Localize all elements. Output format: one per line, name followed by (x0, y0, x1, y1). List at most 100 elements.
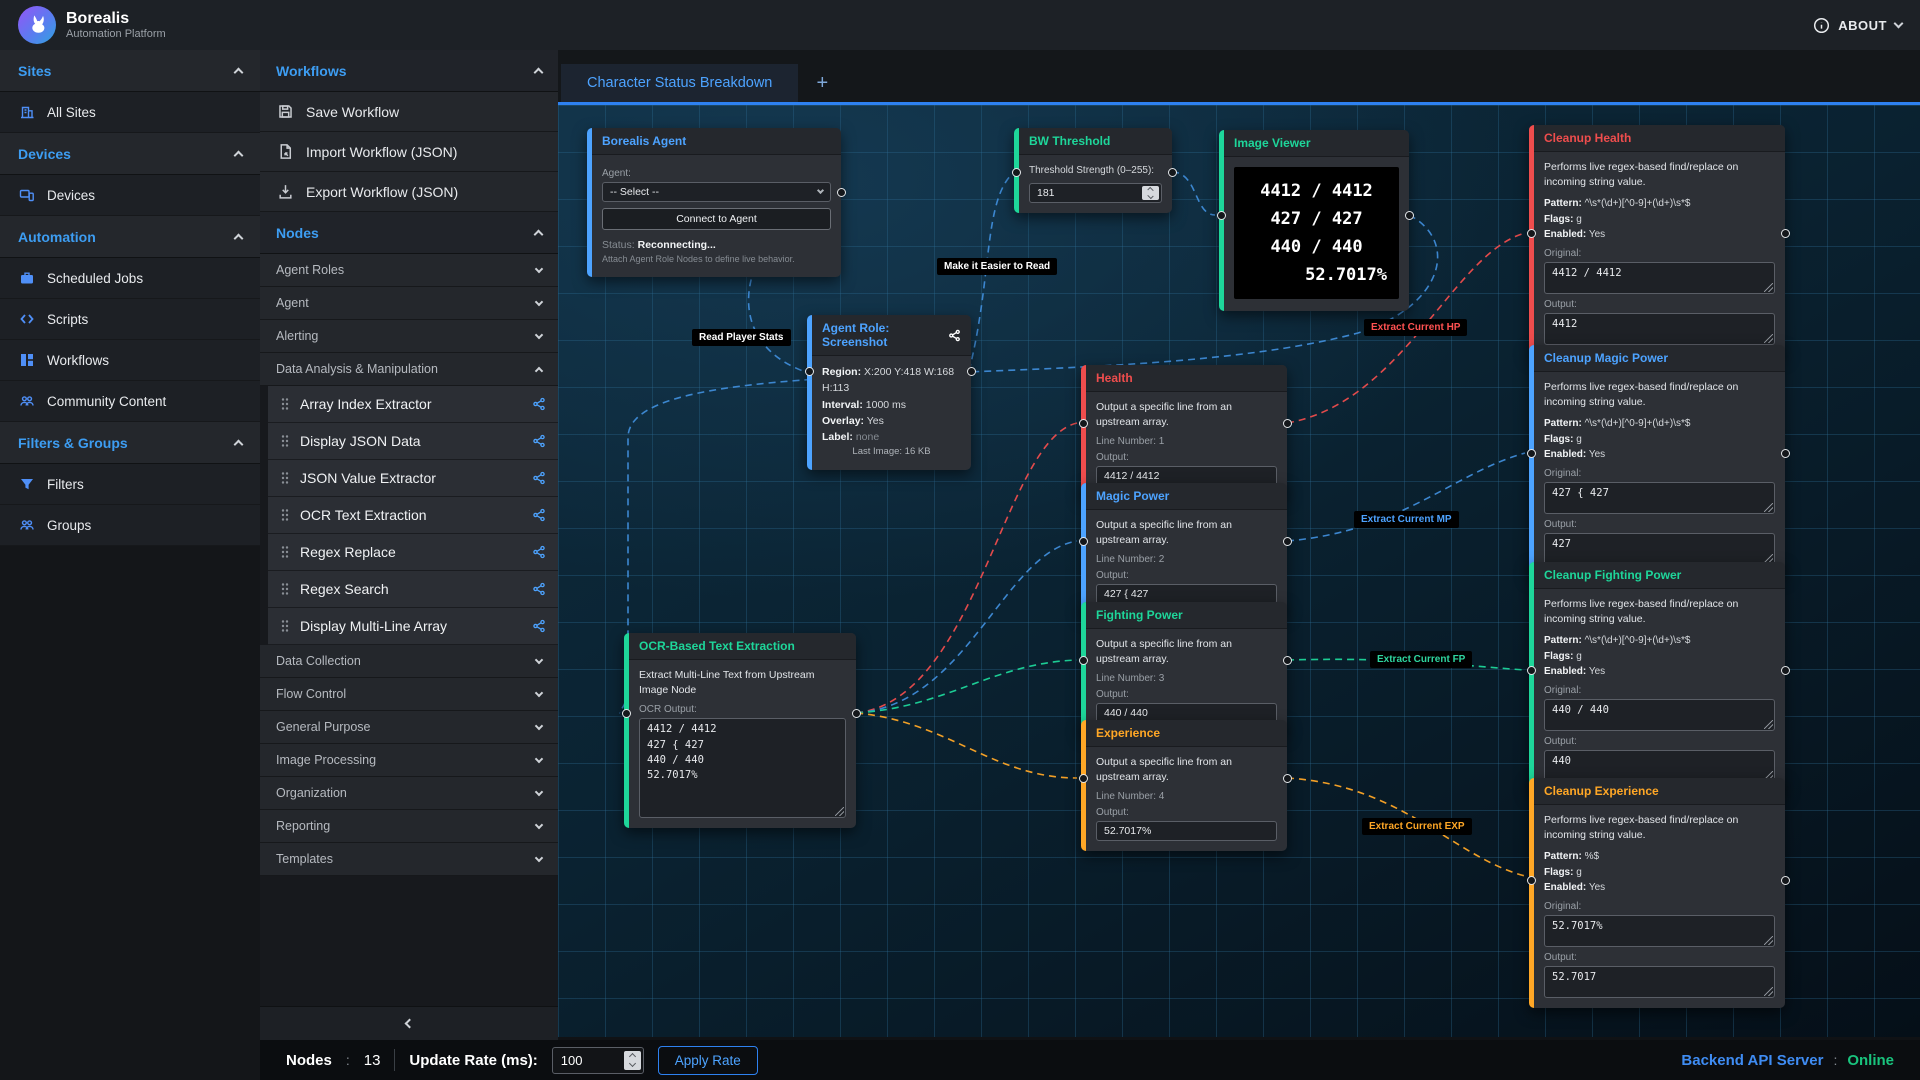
share-icon[interactable] (532, 545, 546, 559)
sidebar-item-scripts[interactable]: Scripts (0, 299, 260, 340)
input-port[interactable] (1079, 774, 1088, 783)
connect-to-agent-button[interactable]: Connect to Agent (602, 208, 831, 230)
output-port[interactable] (1781, 229, 1790, 238)
category-alerting[interactable]: Alerting (260, 320, 558, 353)
category-agent[interactable]: Agent (260, 287, 558, 320)
palette-node-array-index-extractor[interactable]: Array Index Extractor (268, 386, 558, 423)
sidebar-item-community-content[interactable]: Community Content (0, 381, 260, 422)
agent-select[interactable]: -- Select -- (602, 182, 831, 202)
sidebar-section-devices[interactable]: Devices (0, 133, 260, 175)
input-port[interactable] (1527, 666, 1536, 675)
category-general-purpose[interactable]: General Purpose (260, 711, 558, 744)
node-magic-power[interactable]: Magic Power Output a specific line from … (1081, 483, 1287, 614)
import-workflow-button[interactable]: Import Workflow (JSON) (260, 132, 558, 172)
category-agent-roles[interactable]: Agent Roles (260, 254, 558, 287)
share-icon[interactable] (532, 508, 546, 522)
share-icon[interactable] (532, 434, 546, 448)
input-port[interactable] (622, 709, 631, 718)
palette-node-regex-replace[interactable]: Regex Replace (268, 534, 558, 571)
output-textarea[interactable]: 52.7017 (1544, 966, 1775, 998)
node-experience[interactable]: Experience Output a specific line from a… (1081, 720, 1287, 851)
input-port[interactable] (1527, 449, 1536, 458)
category-reporting[interactable]: Reporting (260, 810, 558, 843)
node-fighting-power[interactable]: Fighting Power Output a specific line fr… (1081, 602, 1287, 733)
palette-workflows-header[interactable]: Workflows (260, 50, 558, 92)
number-stepper[interactable] (1142, 186, 1159, 200)
palette-node-json-value-extractor[interactable]: JSON Value Extractor (268, 460, 558, 497)
drag-handle-icon[interactable] (280, 434, 290, 448)
node-agent-role-screenshot[interactable]: Agent Role: Screenshot Region: X:200 Y:4… (807, 315, 971, 470)
palette-node-ocr-text-extraction[interactable]: OCR Text Extraction (268, 497, 558, 534)
category-flow-control[interactable]: Flow Control (260, 678, 558, 711)
apply-rate-button[interactable]: Apply Rate (658, 1046, 758, 1075)
share-icon[interactable] (532, 619, 546, 633)
output-port[interactable] (1168, 168, 1177, 177)
palette-node-display-json-data[interactable]: Display JSON Data (268, 423, 558, 460)
share-icon[interactable] (532, 582, 546, 596)
resize-handle[interactable] (1764, 987, 1773, 996)
sidebar-item-all-sites[interactable]: All Sites (0, 92, 260, 133)
node-cleanup-health[interactable]: Cleanup Health Performs live regex-based… (1529, 125, 1785, 355)
sidebar-item-devices[interactable]: Devices (0, 175, 260, 216)
node-cleanup-fighting-power[interactable]: Cleanup Fighting Power Performs live reg… (1529, 562, 1785, 792)
node-borealis-agent[interactable]: Borealis Agent Agent: -- Select -- Conne… (587, 128, 841, 277)
sidebar-item-scheduled-jobs[interactable]: Scheduled Jobs (0, 258, 260, 299)
input-port[interactable] (1527, 876, 1536, 885)
category-templates[interactable]: Templates (260, 843, 558, 876)
new-tab-button[interactable]: + (798, 64, 846, 102)
resize-handle[interactable] (1764, 334, 1773, 343)
sidebar-section-filters-groups[interactable]: Filters & Groups (0, 422, 260, 464)
sidebar-section-automation[interactable]: Automation (0, 216, 260, 258)
output-port[interactable] (1405, 211, 1414, 220)
node-image-viewer[interactable]: Image Viewer 4412 / 4412 427 / 427 440 /… (1219, 130, 1409, 311)
original-textarea[interactable]: 4412 / 4412 (1544, 262, 1775, 294)
share-icon[interactable] (948, 329, 961, 342)
drag-handle-icon[interactable] (280, 619, 290, 633)
about-menu[interactable]: ABOUT (1813, 17, 1902, 34)
input-port[interactable] (1079, 656, 1088, 665)
drag-handle-icon[interactable] (280, 471, 290, 485)
output-port[interactable] (1283, 656, 1292, 665)
palette-node-regex-search[interactable]: Regex Search (268, 571, 558, 608)
output-port[interactable] (967, 367, 976, 376)
sidebar-item-filters[interactable]: Filters (0, 464, 260, 505)
original-textarea[interactable]: 52.7017% (1544, 915, 1775, 947)
drag-handle-icon[interactable] (280, 397, 290, 411)
sidebar-item-groups[interactable]: Groups (0, 505, 260, 546)
resize-handle[interactable] (1764, 720, 1773, 729)
output-port[interactable] (852, 709, 861, 718)
node-health[interactable]: Health Output a specific line from an up… (1081, 365, 1287, 496)
input-port[interactable] (1079, 419, 1088, 428)
category-data-analysis[interactable]: Data Analysis & Manipulation (260, 353, 558, 386)
category-data-collection[interactable]: Data Collection (260, 645, 558, 678)
output-port[interactable] (1781, 876, 1790, 885)
number-stepper[interactable] (624, 1051, 641, 1070)
input-port[interactable] (1527, 229, 1536, 238)
drag-handle-icon[interactable] (280, 582, 290, 596)
palette-collapse-button[interactable] (260, 1006, 558, 1040)
node-cleanup-magic-power[interactable]: Cleanup Magic Power Performs live regex-… (1529, 345, 1785, 575)
drag-handle-icon[interactable] (280, 508, 290, 522)
output-textarea[interactable]: 427 (1544, 533, 1775, 565)
output-port[interactable] (1781, 449, 1790, 458)
input-port[interactable] (1217, 211, 1226, 220)
output-port[interactable] (837, 188, 846, 197)
share-icon[interactable] (532, 397, 546, 411)
save-workflow-button[interactable]: Save Workflow (260, 92, 558, 132)
ocr-output-textarea[interactable]: 4412 / 4412 427 { 427 440 / 440 52.7017% (639, 718, 846, 818)
palette-nodes-header[interactable]: Nodes (260, 212, 558, 254)
export-workflow-button[interactable]: Export Workflow (JSON) (260, 172, 558, 212)
output-port[interactable] (1283, 774, 1292, 783)
node-cleanup-experience[interactable]: Cleanup Experience Performs live regex-b… (1529, 778, 1785, 1008)
sidebar-section-sites[interactable]: Sites (0, 50, 260, 92)
palette-node-display-multiline-array[interactable]: Display Multi-Line Array (268, 608, 558, 645)
output-port[interactable] (1283, 419, 1292, 428)
resize-handle[interactable] (1764, 503, 1773, 512)
drag-handle-icon[interactable] (280, 545, 290, 559)
output-port[interactable] (1283, 537, 1292, 546)
category-organization[interactable]: Organization (260, 777, 558, 810)
input-port[interactable] (1012, 168, 1021, 177)
resize-handle[interactable] (1764, 936, 1773, 945)
sidebar-item-workflows[interactable]: Workflows (0, 340, 260, 381)
tab-character-status-breakdown[interactable]: Character Status Breakdown (561, 64, 798, 102)
